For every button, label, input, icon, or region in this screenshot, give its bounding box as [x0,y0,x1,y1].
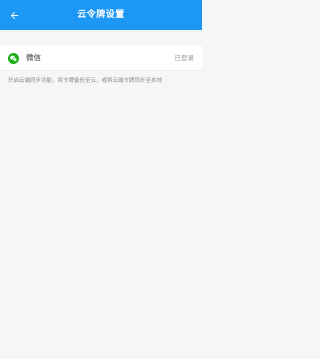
login-status: 已登录 [174,54,195,62]
app-bar: 云令牌设置 [0,0,202,30]
page-title: 云令牌设置 [77,10,125,20]
account-label: 微信 [26,53,41,62]
sync-description: 开启云端同步功能，将令牌备份至云，或将云端令牌同步至本地 [8,78,163,84]
wechat-icon [8,53,19,64]
wechat-account-row[interactable]: 微信 已登录 [0,46,202,71]
